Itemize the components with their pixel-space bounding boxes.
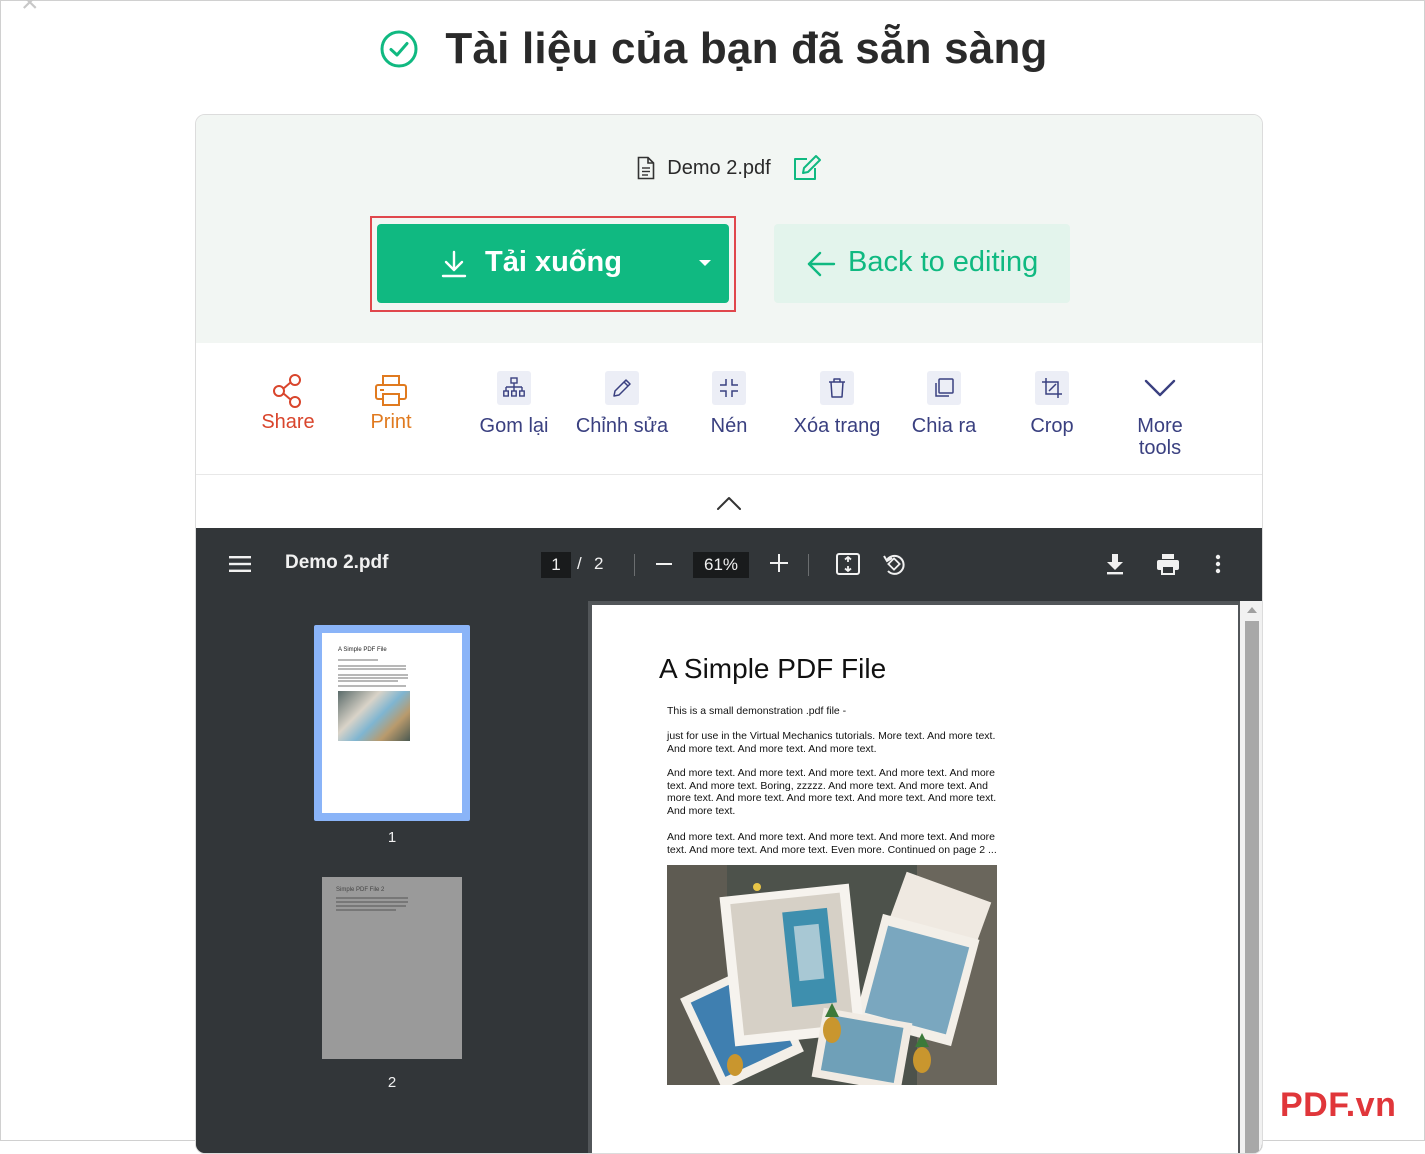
zoom-in-icon[interactable] <box>770 554 788 572</box>
tool-delete-pages[interactable]: Xóa trang <box>787 343 887 475</box>
document-paragraph: And more text. And more text. And more t… <box>667 767 997 817</box>
chevron-up-icon[interactable] <box>716 495 742 511</box>
tool-merge[interactable]: Gom lại <box>464 343 564 475</box>
pdf-viewer: Demo 2.pdf 1 / 2 61% A Simple PDF File 1… <box>196 528 1262 1153</box>
document-paragraph: just for use in the Virtual Mechanics tu… <box>667 730 996 755</box>
thumbnail-title: A Simple PDF File <box>338 647 387 653</box>
menu-icon[interactable] <box>229 555 251 573</box>
page-number-input[interactable]: 1 <box>541 552 571 578</box>
share-icon <box>273 374 301 408</box>
document-paragraph: And more text. And more text. And more t… <box>667 831 997 856</box>
headline: Tài liệu của bạn đã sẵn sàng <box>1 19 1425 79</box>
edit-icon[interactable] <box>793 154 823 182</box>
tool-compress[interactable]: Nén <box>679 343 779 475</box>
document-paragraph: This is a small demonstration .pdf file … <box>667 705 847 717</box>
crop-icon <box>1035 371 1069 405</box>
zoom-out-icon[interactable] <box>656 563 672 565</box>
thumbnail-title: Simple PDF File 2 <box>336 887 385 893</box>
tool-label: Print <box>370 411 412 433</box>
tool-edit[interactable]: Chỉnh sửa <box>572 343 672 475</box>
viewer-toolbar: Demo 2.pdf 1 / 2 61% <box>196 528 1262 601</box>
file-name-row: Demo 2.pdf <box>196 153 1262 183</box>
page-title: Tài liệu của bạn đã sẵn sàng <box>445 24 1048 73</box>
scrollbar-thumb[interactable] <box>1245 621 1259 1153</box>
chevron-down-icon <box>1144 379 1176 397</box>
thumbnail-number: 2 <box>387 1074 397 1091</box>
app-window: × Tài liệu của bạn đã sẵn sàng Demo 2.pd… <box>0 0 1425 1154</box>
document-heading: A Simple PDF File <box>659 653 887 684</box>
tool-label: Crop <box>1030 415 1074 437</box>
zoom-level[interactable]: 61% <box>693 552 749 578</box>
card-header: Demo 2.pdf Tải xuống Back to editing <box>196 115 1262 343</box>
thumbnail-page-1[interactable]: A Simple PDF File <box>322 633 462 813</box>
back-to-editing-button[interactable]: Back to editing <box>774 224 1070 303</box>
tools-bar: Share Print Gom lại Chỉnh sửa Nén Xóa tr… <box>196 343 1262 475</box>
page-canvas: A Simple PDF File This is a small demons… <box>588 601 1262 1153</box>
printer-icon <box>375 375 407 406</box>
tool-share[interactable]: Share <box>238 343 338 475</box>
trash-icon <box>820 371 854 405</box>
download-label: Tải xuống <box>485 246 622 278</box>
thumbnail-number: 1 <box>387 829 397 846</box>
back-to-editing-label: Back to editing <box>848 246 1039 278</box>
download-icon <box>441 250 467 278</box>
result-card: Demo 2.pdf Tải xuống Back to editing Sha… <box>195 114 1263 1154</box>
pdf-page: A Simple PDF File This is a small demons… <box>592 605 1238 1153</box>
scroll-up-icon[interactable] <box>1247 607 1257 613</box>
thumbnail-page-2[interactable]: Simple PDF File 2 <box>322 877 462 1059</box>
check-circle-icon <box>380 30 418 68</box>
download-button[interactable]: Tải xuống <box>377 224 729 303</box>
tool-more[interactable]: More tools <box>1110 343 1210 475</box>
tool-print[interactable]: Print <box>341 343 441 475</box>
collapse-tools[interactable] <box>196 475 1262 529</box>
document-icon <box>637 156 655 180</box>
thumbnail-photo <box>338 691 410 741</box>
page-total: 2 <box>594 554 604 573</box>
arrow-left-icon <box>807 251 836 277</box>
watermark-logo: PDF.vn <box>1280 1086 1397 1124</box>
page-scrollbar[interactable] <box>1240 601 1262 1153</box>
rotate-icon[interactable] <box>882 552 906 576</box>
close-icon[interactable]: × <box>21 0 49 18</box>
split-icon <box>927 371 961 405</box>
toolbar-divider <box>808 554 809 576</box>
tool-split[interactable]: Chia ra <box>894 343 994 475</box>
page-separator: / <box>577 554 582 573</box>
tool-label: More tools <box>1137 415 1183 459</box>
document-photo <box>667 865 997 1085</box>
pencil-icon <box>605 371 639 405</box>
more-vert-icon[interactable] <box>1215 554 1221 574</box>
tool-crop[interactable]: Crop <box>1002 343 1102 475</box>
toolbar-divider <box>634 554 635 576</box>
merge-icon <box>497 371 531 405</box>
thumbnail-sidebar: A Simple PDF File 1 Simple PDF File 2 2 <box>196 601 588 1153</box>
compress-icon <box>712 371 746 405</box>
printer-icon[interactable] <box>1156 553 1180 575</box>
viewer-title: Demo 2.pdf <box>285 552 389 573</box>
download-icon[interactable] <box>1105 553 1125 575</box>
file-name: Demo 2.pdf <box>667 156 771 179</box>
fit-page-icon[interactable] <box>836 553 860 575</box>
dropdown-caret-icon[interactable] <box>699 260 711 266</box>
